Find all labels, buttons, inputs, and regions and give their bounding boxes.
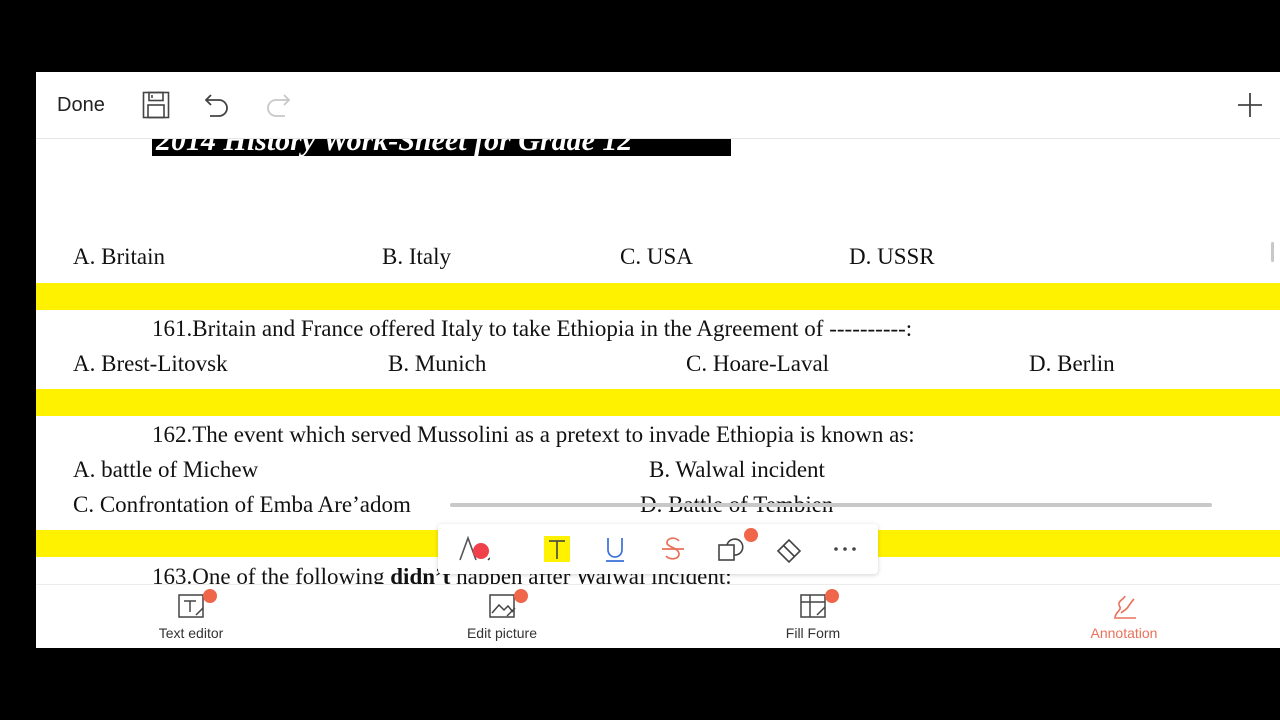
plus-icon[interactable]: [1233, 88, 1267, 122]
shapes-icon[interactable]: [714, 528, 758, 566]
underline-icon[interactable]: [598, 532, 632, 566]
annotation-label: Annotation: [1090, 625, 1158, 641]
q160-option-d: D. USSR: [849, 244, 935, 269]
annotation-button[interactable]: Annotation: [1044, 585, 1204, 648]
text-editor-icon: [177, 589, 217, 621]
q162-option-b: B. Walwal incident: [649, 457, 825, 482]
text-editor-label: Text editor: [158, 625, 224, 641]
document-page: 2014 History Work-Sheet for Grade 12 A. …: [36, 138, 1280, 584]
vertical-scrollbar[interactable]: [1271, 242, 1274, 262]
annotation-toolbar: [438, 524, 878, 574]
horizontal-scrollbar[interactable]: [450, 503, 1212, 507]
q161-option-b: B. Munich: [388, 351, 487, 376]
top-toolbar: Done: [36, 72, 1280, 139]
edit-picture-label: Edit picture: [466, 625, 538, 641]
edit-picture-button[interactable]: Edit picture: [422, 585, 582, 648]
q161-question: 161.Britain and France offered Italy to …: [152, 316, 913, 341]
text-editor-button[interactable]: Text editor: [111, 585, 271, 648]
q161-option-c: C. Hoare-Laval: [686, 351, 830, 376]
yellow-highlight: [36, 283, 1280, 310]
bottom-navigation: Text editor Edit picture Fill Form Annot…: [36, 584, 1280, 648]
q162-option-a: A. battle of Michew: [73, 457, 259, 482]
pdf-editor-screen: Done 2014 History Work-Sheet for Grade 1…: [36, 72, 1280, 648]
save-icon[interactable]: [139, 88, 173, 122]
fill-form-label: Fill Form: [785, 625, 841, 641]
highlighter-text-icon[interactable]: [540, 532, 574, 566]
fill-form-icon: [799, 589, 839, 621]
yellow-highlight: [36, 389, 1280, 416]
more-icon[interactable]: [828, 532, 862, 566]
pen-icon[interactable]: [456, 532, 490, 566]
fill-form-button[interactable]: Fill Form: [733, 585, 893, 648]
premium-badge-icon: [514, 589, 528, 603]
q163-prefix: 163.One of the following: [152, 564, 391, 584]
q161-option-d: D. Berlin: [1029, 351, 1115, 376]
strikethrough-icon[interactable]: [656, 532, 690, 566]
annotation-icon: [1110, 591, 1140, 621]
undo-icon[interactable]: [200, 88, 234, 122]
q160-option-b: B. Italy: [382, 244, 451, 269]
q160-option-c: C. USA: [620, 244, 693, 269]
q162-question: 162.The event which served Mussolini as …: [152, 422, 915, 447]
q161-option-a: A. Brest-Litovsk: [73, 351, 228, 376]
redo-icon[interactable]: [261, 88, 295, 122]
q162-option-c: C. Confrontation of Emba Are’adom: [73, 492, 411, 517]
edit-picture-icon: [488, 589, 528, 621]
worksheet-title: 2014 History Work-Sheet for Grade 12: [152, 138, 731, 156]
q160-option-a: A. Britain: [73, 244, 165, 269]
premium-badge-icon: [744, 528, 758, 542]
premium-badge-icon: [203, 589, 217, 603]
premium-badge-icon: [825, 589, 839, 603]
done-button[interactable]: Done: [57, 94, 105, 117]
eraser-icon[interactable]: [772, 532, 806, 566]
